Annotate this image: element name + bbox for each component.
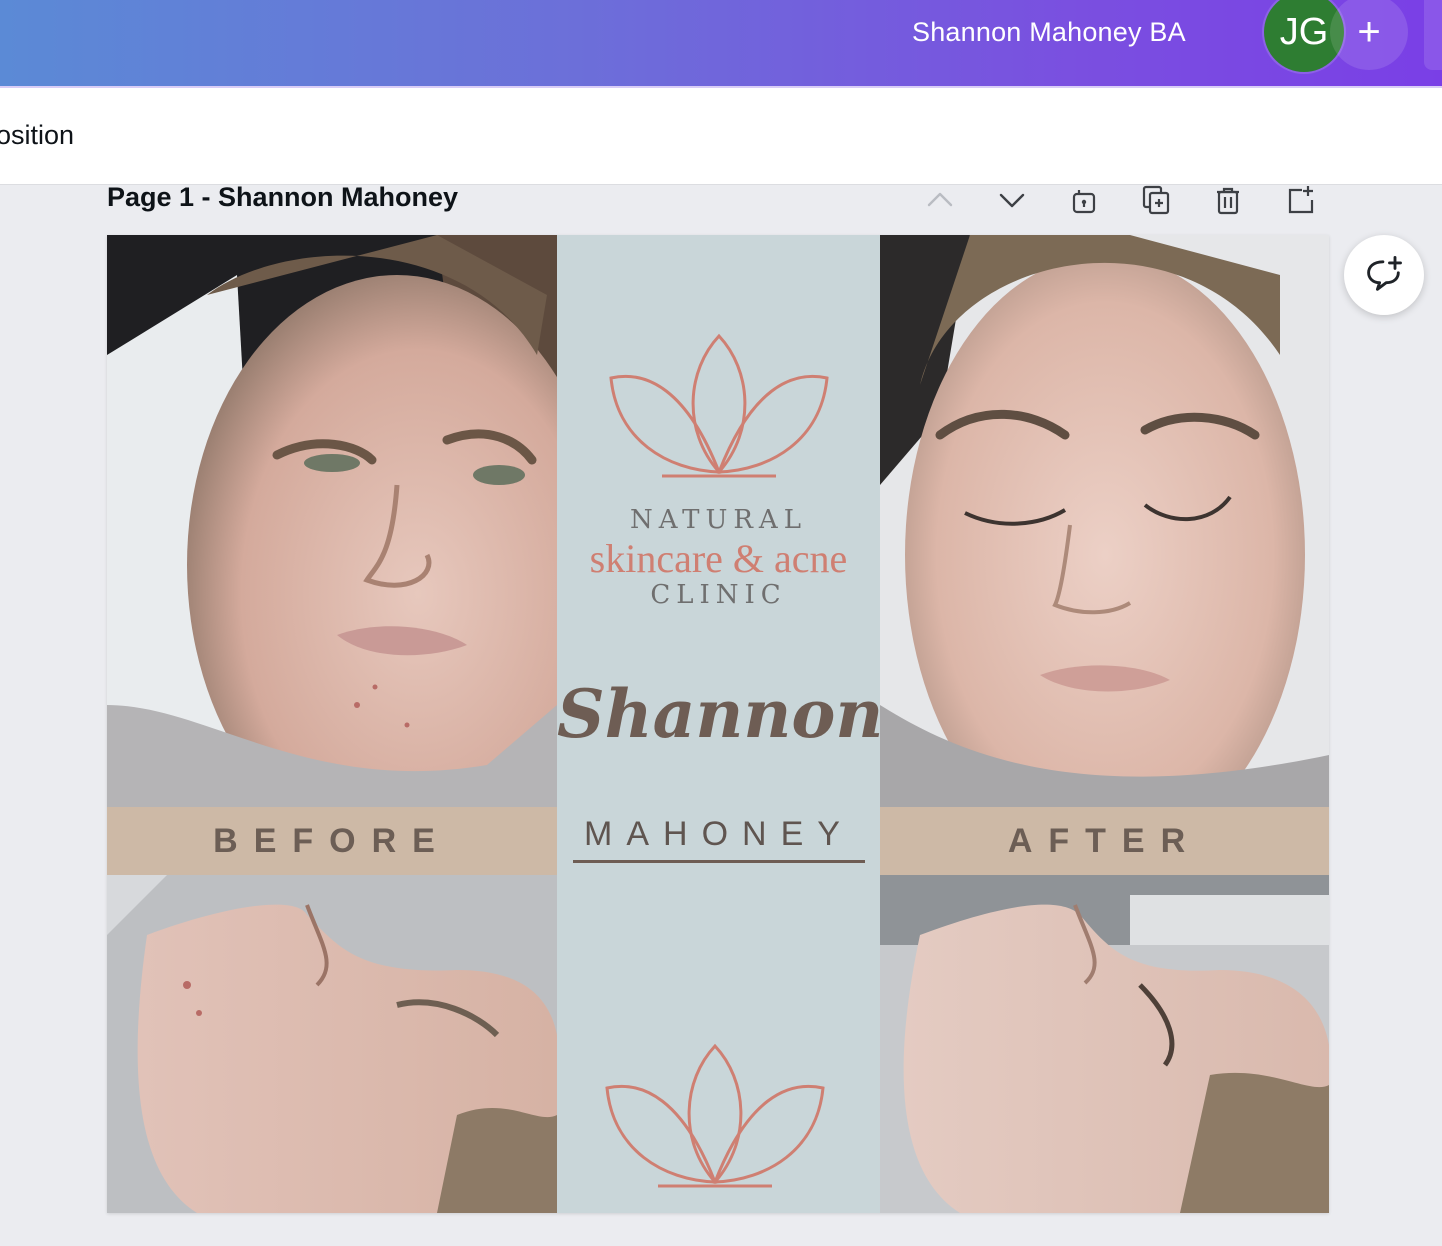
add-comment-icon — [1367, 255, 1402, 291]
design-canvas[interactable]: BEFORE NATURAL skincare & acne CLINIC Sh… — [107, 235, 1329, 1213]
before-profile-photo[interactable] — [107, 875, 557, 1213]
delete-page-button[interactable] — [1210, 182, 1246, 218]
position-button[interactable]: osition — [0, 120, 74, 151]
add-page-button[interactable] — [1282, 182, 1318, 218]
page-title[interactable]: Page 1 - Shannon Mahoney — [107, 182, 458, 213]
chevron-up-icon — [927, 192, 953, 207]
context-toolbar: osition — [0, 88, 1442, 185]
lotus-footer-icon — [605, 1043, 825, 1188]
name-script: Shannon — [557, 675, 884, 753]
move-page-up-button[interactable] — [922, 182, 958, 218]
plus-icon: + — [1357, 9, 1381, 54]
before-label-band: BEFORE — [107, 807, 557, 875]
name-surname: MAHONEY — [573, 815, 865, 863]
after-front-photo[interactable] — [880, 235, 1329, 807]
duplicate-page-icon — [1142, 185, 1170, 215]
after-label-band: AFTER — [880, 807, 1329, 875]
after-profile-photo[interactable] — [880, 875, 1329, 1213]
top-bar: Shannon Mahoney BA JG + — [0, 0, 1442, 88]
trash-icon — [1217, 187, 1239, 215]
lock-page-button[interactable] — [1066, 182, 1102, 218]
before-front-photo[interactable] — [107, 235, 557, 807]
logo-line-clinic: CLINIC — [650, 580, 787, 610]
add-comment-button[interactable] — [1344, 235, 1424, 315]
move-page-down-button[interactable] — [994, 182, 1030, 218]
page-title-text: Page 1 - Shannon Mahoney — [107, 182, 459, 212]
logo-line-skincare: skincare & acne — [589, 536, 848, 581]
add-collaborator-button[interactable]: + — [1330, 0, 1408, 70]
after-label: AFTER — [1007, 821, 1202, 860]
chevron-down-icon — [999, 193, 1025, 208]
brand-column: NATURAL skincare & acne CLINIC Shannon M… — [557, 235, 884, 1213]
project-title[interactable]: Shannon Mahoney BA — [912, 14, 1186, 50]
before-label: BEFORE — [213, 821, 451, 860]
duplicate-page-button[interactable] — [1138, 182, 1174, 218]
logo-line-natural: NATURAL — [630, 505, 807, 535]
lock-icon — [1072, 190, 1096, 214]
share-button-edge[interactable] — [1424, 0, 1442, 70]
add-page-icon — [1288, 186, 1314, 214]
lotus-logo-icon — [609, 333, 829, 478]
